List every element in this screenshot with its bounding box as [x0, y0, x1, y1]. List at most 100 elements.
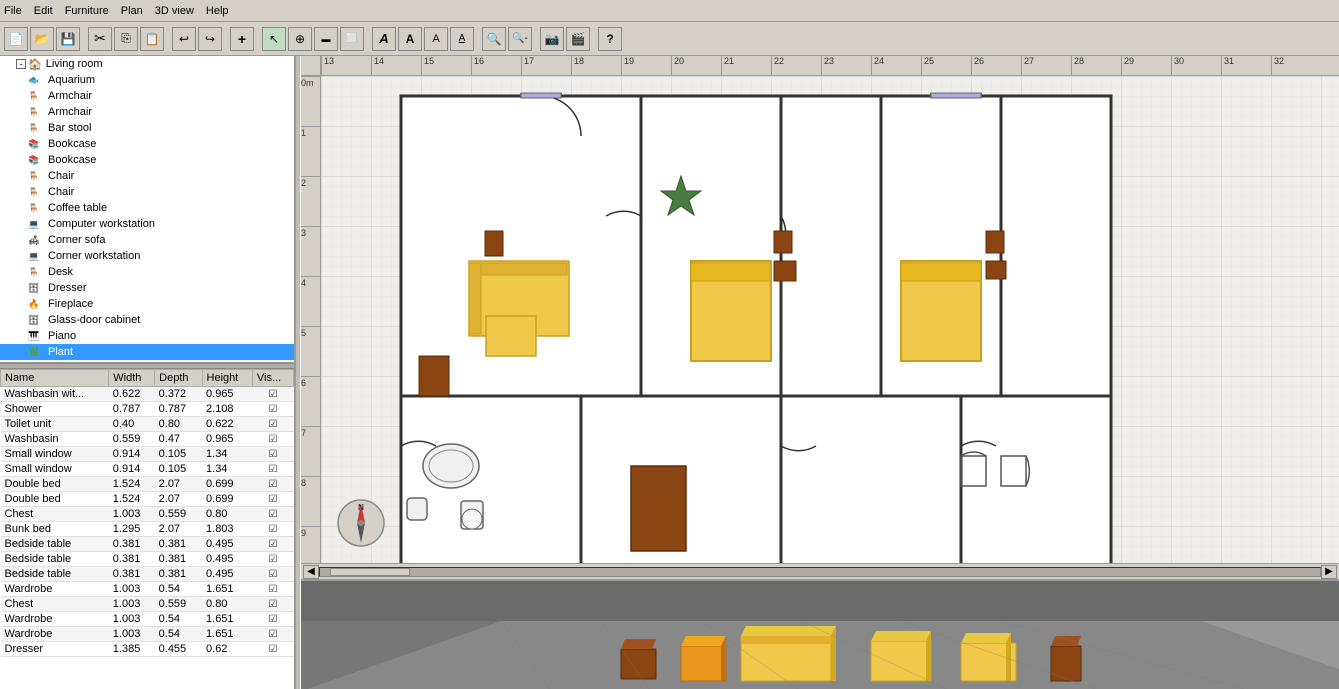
zoom-in-button[interactable]: 🔍 [482, 27, 506, 51]
table-row[interactable]: Wardrobe 1.003 0.54 1.651 ☑ [1, 582, 294, 597]
cell-vis[interactable]: ☑ [252, 462, 293, 477]
cell-vis[interactable]: ☑ [252, 522, 293, 537]
table-row[interactable]: Bedside table 0.381 0.381 0.495 ☑ [1, 567, 294, 582]
tree-item-armchair-1[interactable]: 🪑 Armchair [0, 88, 294, 104]
scroll-right-button[interactable]: ▶ [1321, 565, 1337, 579]
table-row[interactable]: Double bed 1.524 2.07 0.699 ☑ [1, 477, 294, 492]
horizontal-scrollbar[interactable]: ◀ ▶ [301, 563, 1339, 579]
text-tool-a[interactable]: A [372, 27, 396, 51]
tree-item-label: Armchair [48, 106, 92, 118]
menu-edit[interactable]: Edit [34, 5, 53, 17]
add-furniture-button[interactable]: + [230, 27, 254, 51]
table-row[interactable]: Wardrobe 1.003 0.54 1.651 ☑ [1, 627, 294, 642]
text-tool-b[interactable]: A [398, 27, 422, 51]
table-row[interactable]: Toilet unit 0.40 0.80 0.622 ☑ [1, 417, 294, 432]
menu-help[interactable]: Help [206, 5, 229, 17]
cell-vis[interactable]: ☑ [252, 432, 293, 447]
col-depth: Depth [155, 370, 202, 387]
tree-item-aquarium[interactable]: 🐟 Aquarium [0, 72, 294, 88]
tree-item-chair-1[interactable]: 🪑 Chair [0, 168, 294, 184]
cell-vis[interactable]: ☑ [252, 582, 293, 597]
table-row[interactable]: Double bed 1.524 2.07 0.699 ☑ [1, 492, 294, 507]
room-tool[interactable]: ⬜ [340, 27, 364, 51]
3d-preview[interactable] [301, 581, 1339, 689]
menu-furniture[interactable]: Furniture [65, 5, 109, 17]
tree-item-bookcase-2[interactable]: 📚 Bookcase [0, 152, 294, 168]
paste-button[interactable]: 📋 [140, 27, 164, 51]
cell-vis[interactable]: ☑ [252, 447, 293, 462]
open-button[interactable]: 📂 [30, 27, 54, 51]
tree-item-bookcase-1[interactable]: 📚 Bookcase [0, 136, 294, 152]
compass-widget[interactable]: N [336, 498, 386, 548]
copy-button[interactable]: ⎘ [114, 27, 138, 51]
cell-vis[interactable]: ☑ [252, 387, 293, 402]
cell-vis[interactable]: ☑ [252, 552, 293, 567]
save-button[interactable]: 💾 [56, 27, 80, 51]
menu-file[interactable]: File [4, 5, 22, 17]
table-row[interactable]: Dresser 1.385 0.455 0.62 ☑ [1, 642, 294, 657]
pointer-tool[interactable]: ↖ [262, 27, 286, 51]
ruler-mark-v: 5 [301, 326, 321, 338]
cut-button[interactable]: ✂ [88, 27, 112, 51]
help-button[interactable]: ? [598, 27, 622, 51]
cell-vis[interactable]: ☑ [252, 402, 293, 417]
menu-3dview[interactable]: 3D view [155, 5, 194, 17]
zoom-out-button[interactable]: 🔍- [508, 27, 532, 51]
table-row[interactable]: Wardrobe 1.003 0.54 1.651 ☑ [1, 612, 294, 627]
cell-vis[interactable]: ☑ [252, 417, 293, 432]
table-row[interactable]: Bedside table 0.381 0.381 0.495 ☑ [1, 537, 294, 552]
text-tool-d[interactable]: A [450, 27, 474, 51]
tree-item-coffee-table[interactable]: 🪑 Coffee table [0, 200, 294, 216]
tree-item-chair-2[interactable]: 🪑 Chair [0, 184, 294, 200]
menu-plan[interactable]: Plan [121, 5, 143, 17]
furniture-properties-table[interactable]: Name Width Depth Height Vis... Washbasin… [0, 369, 294, 689]
redo-button[interactable]: ↪ [198, 27, 222, 51]
cell-name: Bedside table [1, 537, 109, 552]
cell-vis[interactable]: ☑ [252, 492, 293, 507]
text-tool-c[interactable]: A [424, 27, 448, 51]
video-button[interactable]: 🎬 [566, 27, 590, 51]
cell-vis[interactable]: ☑ [252, 627, 293, 642]
tree-item-armchair-2[interactable]: 🪑 Armchair [0, 104, 294, 120]
table-row[interactable]: Chest 1.003 0.559 0.80 ☑ [1, 507, 294, 522]
tree-item-glass-cabinet[interactable]: 🗄 Glass-door cabinet [0, 312, 294, 328]
table-row[interactable]: Bedside table 0.381 0.381 0.495 ☑ [1, 552, 294, 567]
scroll-thumb[interactable] [330, 568, 410, 576]
cell-vis[interactable]: ☑ [252, 477, 293, 492]
cell-vis[interactable]: ☑ [252, 642, 293, 657]
table-row[interactable]: Shower 0.787 0.787 2.108 ☑ [1, 402, 294, 417]
cell-vis[interactable]: ☑ [252, 597, 293, 612]
cell-vis[interactable]: ☑ [252, 537, 293, 552]
camera-button[interactable]: 📷 [540, 27, 564, 51]
tree-item-fireplace[interactable]: 🔥 Fireplace [0, 296, 294, 312]
tree-item-computer-ws[interactable]: 💻 Computer workstation [0, 216, 294, 232]
scroll-left-button[interactable]: ◀ [303, 565, 319, 579]
cell-vis[interactable]: ☑ [252, 507, 293, 522]
expand-icon[interactable]: - [16, 59, 26, 69]
cell-vis[interactable]: ☑ [252, 567, 293, 582]
cell-vis[interactable]: ☑ [252, 612, 293, 627]
tree-item-piano[interactable]: 🎹 Piano [0, 328, 294, 344]
tree-item-barstool[interactable]: 🪑 Bar stool [0, 120, 294, 136]
undo-button[interactable]: ↩ [172, 27, 196, 51]
wall-tool[interactable]: ▬ [314, 27, 338, 51]
new-button[interactable]: 📄 [4, 27, 28, 51]
scroll-track[interactable] [319, 567, 1321, 577]
tree-item-plant[interactable]: 🌿 Plant [0, 344, 294, 360]
tree-root[interactable]: - 🏠 Living room [0, 56, 294, 72]
table-row[interactable]: Bunk bed 1.295 2.07 1.803 ☑ [1, 522, 294, 537]
table-row[interactable]: Washbasin wit... 0.622 0.372 0.965 ☑ [1, 387, 294, 402]
tree-item-desk[interactable]: 🪑 Desk [0, 264, 294, 280]
table-row[interactable]: Small window 0.914 0.105 1.34 ☑ [1, 462, 294, 477]
table-row[interactable]: Washbasin 0.559 0.47 0.965 ☑ [1, 432, 294, 447]
tree-item-label: Coffee table [48, 202, 107, 214]
tree-item-corner-sofa[interactable]: 🛋 Corner sofa [0, 232, 294, 248]
furniture-tree[interactable]: - 🏠 Living room 🐟 Aquarium 🪑 Armchair 🪑 … [0, 56, 294, 363]
tree-item-corner-ws[interactable]: 💻 Corner workstation [0, 248, 294, 264]
cell-name: Bunk bed [1, 522, 109, 537]
table-row[interactable]: Small window 0.914 0.105 1.34 ☑ [1, 447, 294, 462]
tree-item-dresser[interactable]: 🗄 Dresser [0, 280, 294, 296]
magnet-tool[interactable]: ⊕ [288, 27, 312, 51]
floorplan-canvas[interactable]: N [321, 76, 1339, 563]
table-row[interactable]: Chest 1.003 0.559 0.80 ☑ [1, 597, 294, 612]
